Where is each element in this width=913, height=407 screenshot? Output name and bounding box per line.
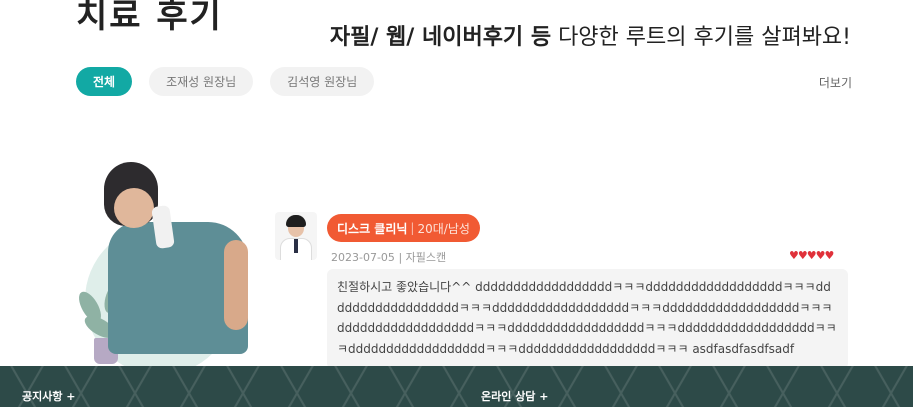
tab-doctor-kim[interactable]: 김석영 원장님 bbox=[270, 67, 375, 96]
doctor-avatar bbox=[275, 212, 317, 260]
patient-meta: 20대/남성 bbox=[417, 221, 470, 236]
notice-link[interactable]: 공지사항 + bbox=[22, 388, 76, 404]
review-category-badge: 디스크 클리닉 | 20대/남성 bbox=[327, 214, 480, 242]
rating-hearts-icon: ♥♥♥♥♥ bbox=[789, 249, 834, 262]
review-date-line: 2023-07-05 | 자필스캔 bbox=[331, 249, 446, 265]
avatar-hair bbox=[286, 215, 306, 227]
clinic-name: 디스크 클리닉 bbox=[337, 221, 408, 236]
tab-doctor-jo[interactable]: 조재성 원장님 bbox=[149, 67, 254, 96]
date-separator: | bbox=[398, 251, 403, 264]
footer-pattern bbox=[0, 366, 913, 407]
doctor-face bbox=[114, 188, 154, 228]
review-source: 자필스캔 bbox=[405, 251, 447, 264]
page-title: 치료 후기 bbox=[76, 0, 223, 36]
doctor-arm bbox=[224, 240, 248, 330]
online-consult-link[interactable]: 온라인 상담 + bbox=[481, 388, 548, 404]
footer-bar: 공지사항 + 온라인 상담 + bbox=[0, 366, 913, 407]
doctor-illustration bbox=[74, 160, 266, 375]
subtitle-text: 다양한 루트의 후기를 살펴봐요! bbox=[551, 25, 851, 50]
badge-separator: | bbox=[410, 221, 415, 235]
page-subtitle: 자필/ 웹/ 네이버후기 등 다양한 루트의 후기를 살펴봐요! bbox=[330, 19, 851, 51]
review-text: 친절하시고 좋았습니다^^ ddddddddddddddddddㅋㅋㅋddddd… bbox=[327, 269, 848, 369]
doctor-filter-tabs: 전체 조재성 원장님 김석영 원장님 bbox=[76, 67, 375, 96]
review-date: 2023-07-05 bbox=[331, 251, 395, 264]
tab-all[interactable]: 전체 bbox=[76, 67, 133, 96]
subtitle-highlight: 자필/ 웹/ 네이버후기 등 bbox=[329, 25, 552, 50]
avatar-tie bbox=[294, 239, 298, 253]
more-link[interactable]: 더보기 bbox=[819, 74, 852, 91]
